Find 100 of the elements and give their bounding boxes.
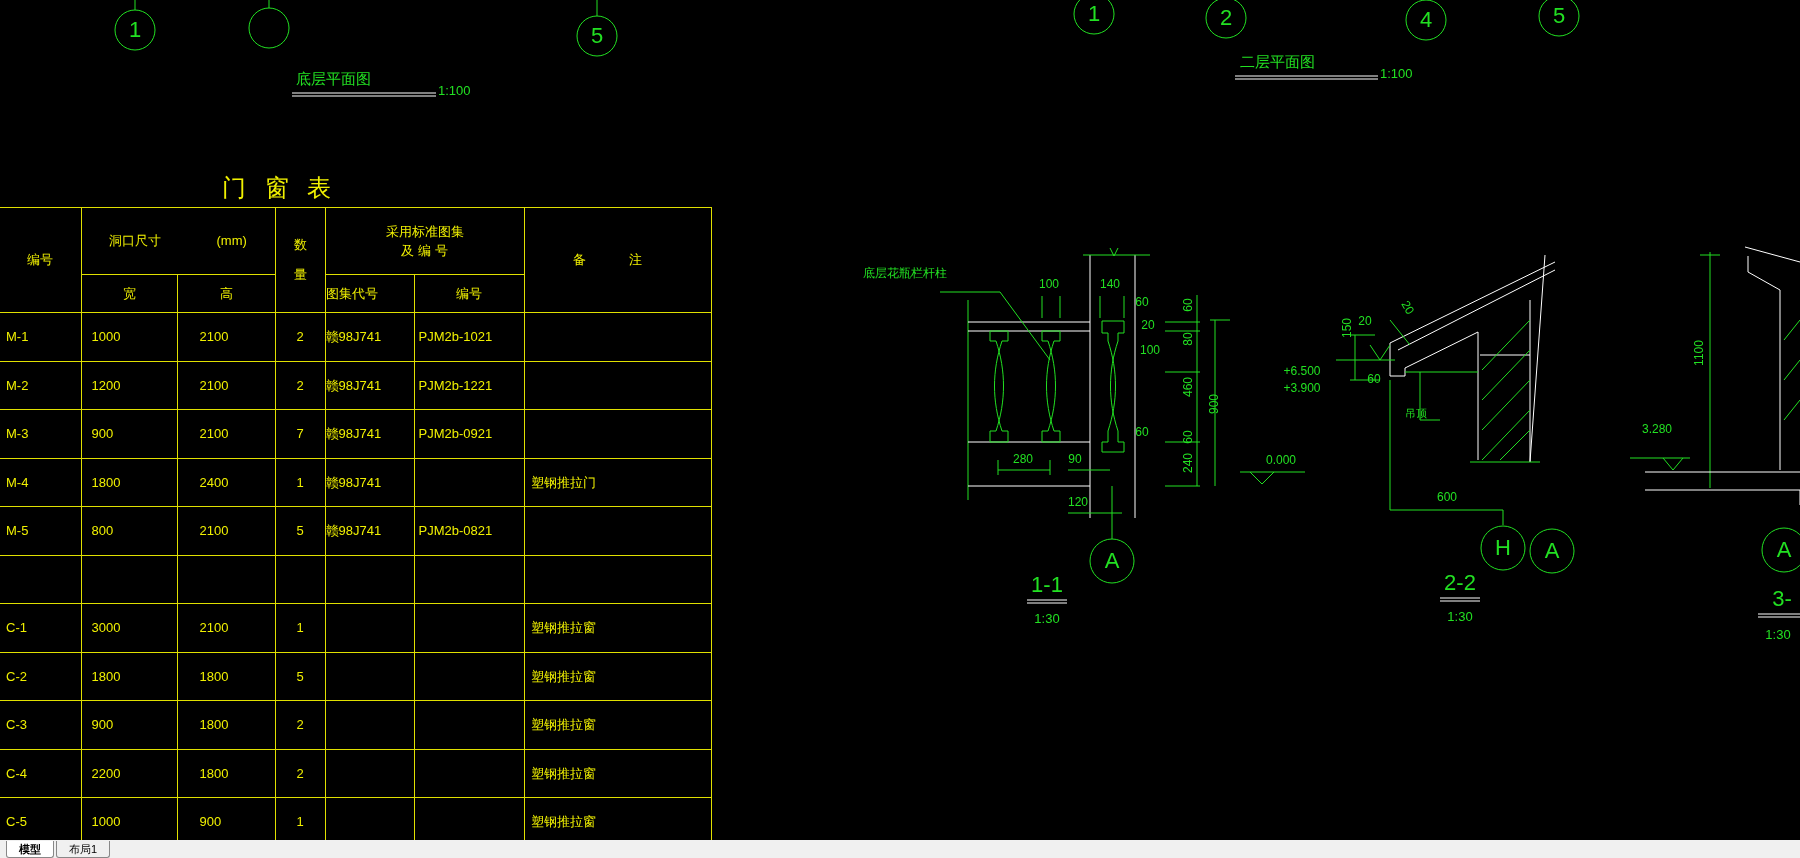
- dimension-label: 90: [1068, 452, 1082, 467]
- plan-title: 二层平面图: [1240, 52, 1315, 70]
- layout-tab[interactable]: 模型: [6, 841, 54, 858]
- axis-bubble: [1089, 538, 1135, 584]
- plan-title: 底层平面图: [296, 69, 371, 87]
- table-cell: 赣98J741: [325, 474, 382, 490]
- table-cell: M-2: [6, 377, 29, 393]
- section-scale: 1:30: [1447, 609, 1473, 625]
- table-cell: PJM2b-0921: [418, 426, 493, 441]
- dimension-label: 100: [1140, 343, 1160, 358]
- axis-bubble: [1205, 0, 1247, 39]
- axis-label: 2: [1219, 4, 1233, 30]
- column-header: 及 编 号: [401, 242, 448, 260]
- dimension-label: 150: [1340, 318, 1355, 338]
- axis-label: A: [1544, 537, 1560, 563]
- axis-label: 1: [1087, 0, 1101, 26]
- table-cell: 2100: [199, 426, 229, 441]
- dimension-label: 100: [1039, 277, 1059, 292]
- table-cell: 2100: [199, 620, 229, 635]
- table-cell: 赣98J741: [325, 377, 382, 393]
- table-title: 门 窗 表: [222, 173, 339, 203]
- title-underline: [1757, 613, 1800, 618]
- section-scale: 1:30: [1034, 611, 1060, 627]
- column-header: 编号: [456, 285, 482, 301]
- table-cell: 1800: [199, 717, 229, 732]
- section-title: 2-2: [1444, 569, 1476, 595]
- table-cell: 2: [296, 377, 304, 393]
- axis-bubble: [1480, 525, 1526, 571]
- dimension-label: 600: [1437, 490, 1457, 505]
- dimension-label: 120: [1068, 495, 1088, 510]
- table-cell: PJM2b-1021: [418, 329, 493, 344]
- table-cell: 赣98J741: [325, 523, 382, 538]
- table-cell: M-5: [6, 523, 29, 538]
- table-cell: 1800: [199, 668, 229, 684]
- dimension-label: 20: [1141, 318, 1155, 333]
- dimension-label: +6.500: [1283, 364, 1321, 379]
- table-cell: 3000: [91, 620, 121, 635]
- plan-scale: 1:100: [1380, 66, 1413, 82]
- dimension-label: 60: [1135, 295, 1149, 310]
- table-cell: 2200: [91, 765, 121, 781]
- table-cell: 塑钢推拉窗: [530, 765, 596, 781]
- axis-bubble: [1073, 0, 1115, 35]
- table-cell: 2100: [199, 329, 229, 344]
- table-cell: 900: [199, 814, 222, 829]
- dimension-label: 1100: [1692, 340, 1707, 366]
- table-cell: 5: [296, 668, 304, 684]
- layout-tab[interactable]: 布局1: [56, 841, 111, 858]
- column-header: 备 注: [572, 252, 663, 268]
- dimension-label: 20: [1398, 298, 1418, 317]
- axis-label: 4: [1419, 6, 1433, 32]
- dimension-label: 900: [1207, 394, 1222, 414]
- table-cell: M-1: [6, 329, 29, 344]
- axis-label: 1: [128, 16, 142, 42]
- dimension-label: 240: [1181, 453, 1196, 473]
- dimension-label: 吊顶: [1405, 406, 1427, 419]
- dimension-label: 0.000: [1266, 453, 1296, 468]
- table-cell: M-3: [6, 426, 29, 441]
- table-cell: 1: [296, 474, 304, 490]
- table-cell: 塑钢推拉窗: [530, 814, 596, 829]
- axis-bubble: [1761, 527, 1800, 573]
- section-title: 1-1: [1031, 571, 1063, 597]
- table-cell: 赣98J741: [325, 426, 382, 441]
- dimension-label: 20: [1358, 314, 1372, 329]
- dimension-label: 60: [1367, 372, 1381, 387]
- table-cell: 1800: [91, 474, 121, 490]
- table-cell: C-5: [6, 814, 27, 829]
- table-cell: 5: [296, 523, 304, 538]
- axis-label: H: [1495, 534, 1511, 560]
- table-cell: PJM2b-0821: [418, 523, 493, 538]
- axis-label: A: [1776, 536, 1792, 562]
- table-cell: 塑钢推拉门: [530, 474, 596, 490]
- table-cell: 1: [296, 620, 304, 635]
- table-cell: 塑钢推拉窗: [530, 717, 596, 732]
- axis-label: A: [1104, 547, 1120, 573]
- table-cell: 2: [296, 765, 304, 781]
- axis-bubble: [576, 0, 618, 57]
- table-cell: 800: [91, 523, 114, 538]
- column-header: 图集代号: [325, 285, 378, 301]
- column-header: 洞口尺寸: [109, 232, 162, 251]
- table-cell: 2: [296, 717, 304, 732]
- table-cell: 7: [296, 426, 304, 441]
- dimension-label: 140: [1100, 277, 1120, 292]
- column-header: 编号: [27, 252, 54, 268]
- table-cell: 1800: [91, 668, 121, 684]
- table-cell: 2: [296, 329, 304, 344]
- axis-bubble: [114, 0, 156, 51]
- table-cell: 赣98J741: [325, 329, 382, 344]
- table-cell: 2100: [199, 523, 229, 538]
- dimension-label: 3.280: [1642, 422, 1672, 437]
- axis-label: 5: [1552, 2, 1566, 28]
- dimension-label: 80: [1181, 332, 1196, 346]
- column-header: 高: [219, 285, 233, 301]
- dimension-label: 280: [1013, 452, 1033, 467]
- table-cell: 1000: [91, 814, 121, 829]
- axis-bubble: [1529, 528, 1575, 574]
- column-header: 数量: [292, 236, 308, 284]
- table-cell: 2100: [199, 377, 229, 393]
- table-cell: PJM2b-1221: [418, 377, 493, 393]
- column-header: 宽: [122, 285, 136, 301]
- table-cell: 2400: [199, 474, 229, 490]
